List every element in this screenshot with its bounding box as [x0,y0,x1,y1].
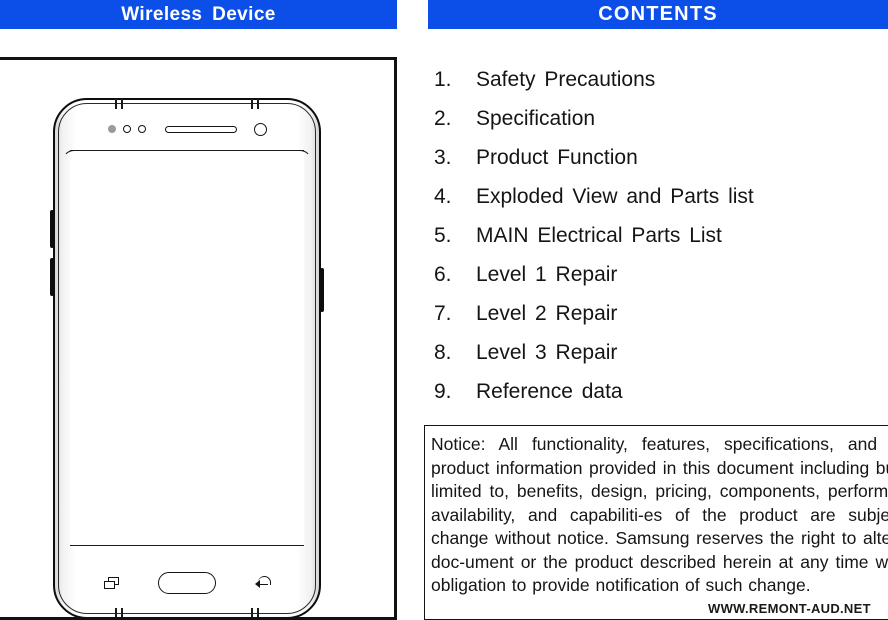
toc-number: 4. [434,185,452,208]
list-item[interactable]: 9. Reference data [428,380,888,419]
list-item[interactable]: 8. Level 3 Repair [428,341,888,380]
page-title-contents: CONTENTS [598,3,718,25]
page-title-wireless-device: Wireless Device [121,3,276,25]
chassis-seam-top-left-icon [115,98,117,109]
list-item[interactable]: 4. Exploded View and Parts list [428,185,888,224]
toc-label: Level 3 Repair [476,341,618,364]
toc-label: Level 2 Repair [476,302,618,325]
notice-text: Notice: All functionality, features, spe… [431,434,888,595]
light-sensor-icon [138,125,146,133]
chassis-seam-bottom-left-2-icon [121,608,123,617]
toc-number: 2. [434,107,452,130]
toc-label: Specification [476,107,596,130]
device-illustration-panel [0,57,397,620]
list-item[interactable]: 6. Level 1 Repair [428,263,888,302]
top-sensor-cluster [53,123,321,137]
chassis-seam-top-right-2-icon [251,98,253,109]
toc-number: 1. [434,68,452,91]
recents-card-front-icon [104,581,115,589]
volume-up-key[interactable] [50,210,54,248]
chassis-seam-top-left-2-icon [121,98,123,109]
list-item[interactable]: 3. Product Function [428,146,888,185]
notice-box: Notice: All functionality, features, spe… [424,425,888,620]
contents-column: 1. Safety Precautions 2. Specification 3… [424,57,888,620]
table-of-contents-list: 1. Safety Precautions 2. Specification 3… [428,68,888,419]
back-key-icon[interactable] [255,576,273,589]
earpiece-speaker-icon [165,126,237,133]
toc-label: Level 1 Repair [476,263,618,286]
toc-number: 3. [434,146,452,169]
toc-label: Product Function [476,146,638,169]
navigation-key-row [53,568,321,602]
site-watermark: WWW.REMONT-AUD.NET [708,601,871,616]
volume-down-key[interactable] [50,258,54,296]
toc-number: 5. [434,224,452,247]
toc-label: Safety Precautions [476,68,656,91]
list-item[interactable]: 5. MAIN Electrical Parts List [428,224,888,263]
header-bar-contents: CONTENTS [428,0,888,29]
list-item[interactable]: 7. Level 2 Repair [428,302,888,341]
toc-number: 9. [434,380,452,403]
toc-label: Exploded View and Parts list [476,185,754,208]
toc-number: 6. [434,263,452,286]
iris-sensor-icon [123,125,131,133]
list-item[interactable]: 1. Safety Precautions [428,68,888,107]
toc-number: 7. [434,302,452,325]
chassis-seam-bottom-right-2-icon [251,608,253,617]
header-bar-wireless-device: Wireless Device [0,0,397,29]
phone-line-drawing [50,98,324,617]
toc-label: MAIN Electrical Parts List [476,224,722,247]
recents-key-icon[interactable] [104,577,119,589]
back-arrow-head-icon [255,580,260,589]
home-key[interactable] [158,572,216,594]
chassis-seam-top-right-icon [257,98,259,109]
chassis-seam-bottom-left-icon [115,608,117,617]
list-item[interactable]: 2. Specification [428,107,888,146]
toc-label: Reference data [476,380,623,403]
power-key[interactable] [320,268,324,312]
chassis-seam-bottom-right-icon [257,608,259,617]
toc-number: 8. [434,341,452,364]
front-camera-icon [254,123,267,136]
display-screen [62,150,312,546]
proximity-sensor-icon [108,125,116,133]
